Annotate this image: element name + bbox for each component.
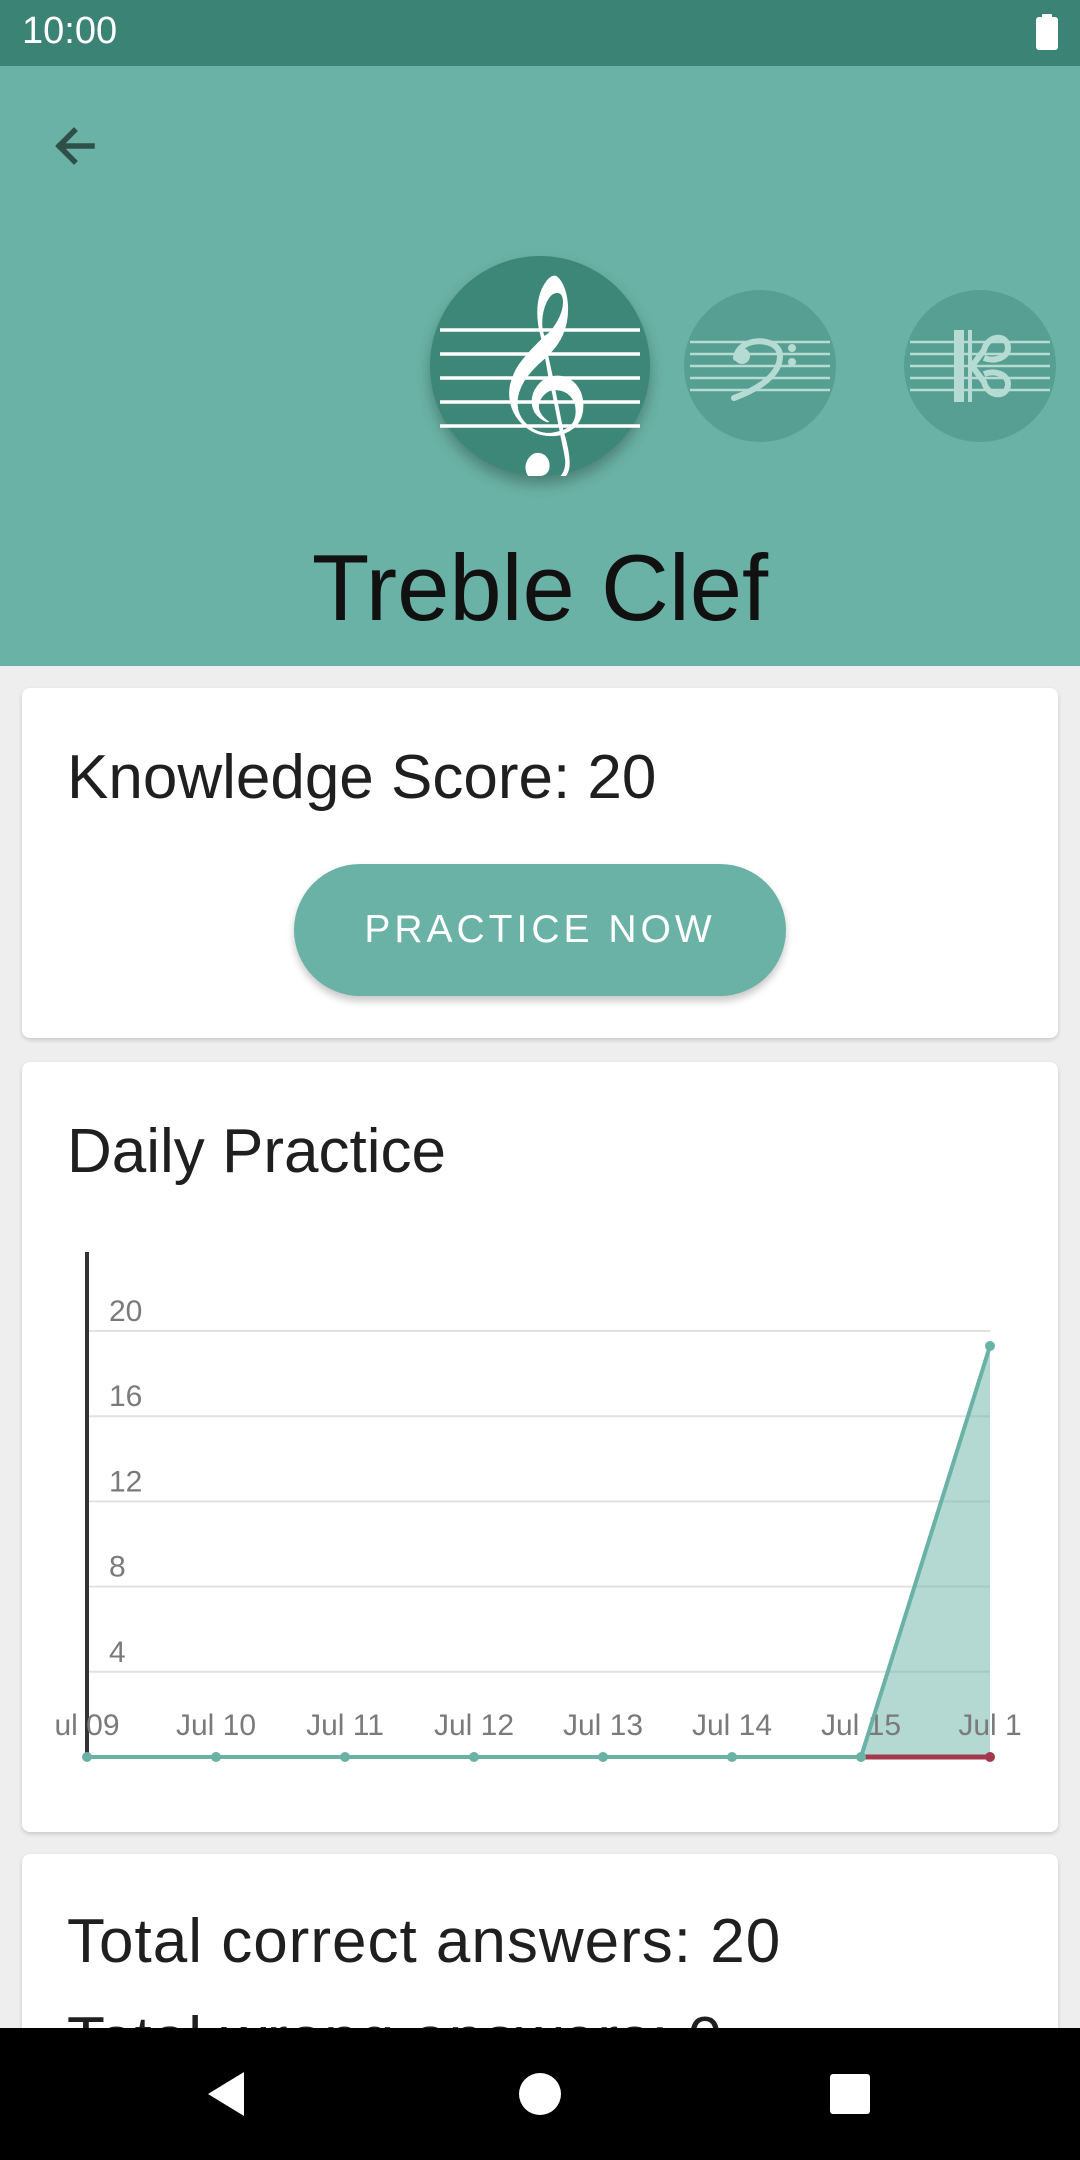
- data-point: [469, 1752, 479, 1762]
- y-tick-label: 4: [109, 1636, 126, 1669]
- y-tick-label: 16: [109, 1380, 142, 1413]
- series-line: [87, 1345, 992, 1759]
- x-tick-label: Jul 14: [692, 1709, 772, 1742]
- navigation-bar: [0, 2028, 1080, 2160]
- x-tick-label: Jul 10: [176, 1709, 256, 1742]
- x-tick-label: Jul 11: [306, 1709, 384, 1742]
- x-tick-label: Jul 1: [958, 1709, 1021, 1742]
- svg-text:𝄞: 𝄞: [488, 271, 592, 476]
- arrow-back-icon[interactable]: [40, 110, 112, 182]
- data-point: [340, 1752, 350, 1762]
- daily-practice-card: Daily Practice 4 8 12 16 20 ul 09 Jul 10 Jul 11…: [22, 1062, 1058, 1832]
- data-point: [82, 1752, 92, 1762]
- practice-now-button[interactable]: PRACTICE NOW: [294, 864, 786, 996]
- battery-full-icon: [1036, 14, 1058, 50]
- data-point: [985, 1340, 995, 1351]
- bass-clef-icon: [690, 338, 830, 401]
- data-point: [211, 1752, 221, 1762]
- series-area: [87, 1345, 990, 1757]
- alto-clef-button[interactable]: [904, 290, 1056, 442]
- y-tick-label: 12: [109, 1465, 142, 1498]
- data-point-secondary: [985, 1752, 995, 1762]
- bass-clef-button[interactable]: [684, 290, 836, 442]
- total-correct-answers: Total correct answers: 20: [67, 1907, 782, 1976]
- status-time: 10:00: [22, 10, 118, 52]
- nav-home-icon[interactable]: [504, 2058, 576, 2130]
- data-point: [727, 1752, 737, 1762]
- nav-recents-icon[interactable]: [814, 2058, 886, 2130]
- data-point: [856, 1752, 866, 1762]
- x-tick-label: Jul 15: [821, 1709, 901, 1742]
- knowledge-score-text: Knowledge Score: 20: [67, 743, 657, 812]
- daily-practice-title: Daily Practice: [67, 1117, 446, 1186]
- header: 𝄞 Treble Clef: [0, 66, 1080, 666]
- data-point: [598, 1752, 608, 1762]
- knowledge-score-card: Knowledge Score: 20 PRACTICE NOW: [22, 688, 1058, 1038]
- y-tick-label: 20: [109, 1295, 142, 1328]
- treble-clef-button[interactable]: 𝄞: [430, 256, 650, 476]
- daily-practice-chart: 4 8 12 16 20 ul 09 Jul 10 Jul 11 Jul 12 Jul 13 Jul…: [54, 1252, 1022, 1762]
- x-tick-label: Jul 13: [563, 1709, 643, 1742]
- clef-title: Treble Clef: [311, 535, 769, 640]
- treble-clef-icon: 𝄞: [440, 271, 640, 476]
- alto-clef-icon: [910, 330, 1050, 402]
- y-tick-label: 8: [109, 1551, 126, 1584]
- nav-back-icon[interactable]: [190, 2058, 262, 2130]
- x-tick-label: ul 09: [54, 1709, 119, 1742]
- status-bar: 10:00: [0, 0, 1080, 66]
- x-tick-label: Jul 12: [434, 1709, 514, 1742]
